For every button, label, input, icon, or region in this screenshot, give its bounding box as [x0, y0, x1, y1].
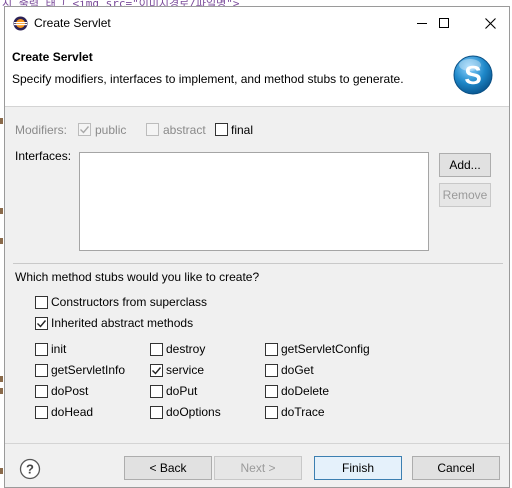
dooptions-label: doOptions	[166, 405, 221, 419]
gutter-marker	[0, 468, 3, 474]
destroy-checkbox[interactable]	[150, 343, 163, 356]
maximize-icon	[439, 18, 449, 28]
dopost-label: doPost	[51, 384, 89, 398]
dopost-checkbox[interactable]	[35, 385, 48, 398]
servlet-logo-icon: S	[453, 55, 493, 95]
window-titlebar[interactable]: Create Servlet	[5, 7, 509, 39]
doget-checkbox[interactable]	[265, 364, 278, 377]
svg-text:?: ?	[26, 462, 34, 477]
destroy-label: destroy	[166, 342, 206, 356]
doput-checkbox[interactable]	[150, 385, 163, 398]
checkmark-icon	[37, 320, 47, 328]
remove-interface-button[interactable]: Remove	[439, 183, 491, 207]
add-interface-button[interactable]: Add...	[439, 153, 491, 177]
dodelete-label: doDelete	[281, 384, 330, 398]
footer-separator	[5, 443, 509, 444]
dohead-label: doHead	[51, 405, 94, 419]
abstract-checkbox[interactable]	[146, 123, 159, 136]
close-icon	[484, 17, 496, 29]
checkmark-icon	[152, 367, 162, 375]
service-label: service	[166, 363, 205, 377]
doput-label: doPut	[166, 384, 198, 398]
dotrace-checkbox[interactable]	[265, 406, 278, 419]
final-label: final	[231, 123, 254, 137]
section-separator	[13, 263, 503, 264]
back-button[interactable]: < Back	[124, 456, 212, 480]
gutter-marker	[0, 238, 3, 244]
gutter-marker	[0, 208, 3, 214]
public-label: public	[95, 123, 127, 137]
dooptions-checkbox[interactable]	[150, 406, 163, 419]
constructors-label: Constructors from superclass	[51, 295, 208, 309]
inherited-methods-label: Inherited abstract methods	[51, 316, 194, 330]
create-servlet-dialog: Create Servlet Create Servlet Specify mo…	[4, 6, 510, 488]
dotrace-label: doTrace	[281, 405, 325, 419]
wizard-header: Create Servlet Specify modifiers, interf…	[5, 39, 509, 107]
stubs-question: Which method stubs would you like to cre…	[15, 270, 260, 284]
doget-label: doGet	[281, 363, 314, 377]
page-title: Create Servlet	[12, 50, 93, 64]
interfaces-label: Interfaces:	[15, 149, 72, 163]
service-checkbox[interactable]	[150, 364, 163, 377]
close-button[interactable]	[467, 7, 512, 39]
checkmark-icon	[80, 126, 90, 134]
gutter-marker	[0, 118, 3, 124]
page-description: Specify modifiers, interfaces to impleme…	[12, 72, 404, 86]
eclipse-app-icon	[13, 16, 28, 31]
gutter-marker	[0, 388, 3, 394]
public-checkbox[interactable]	[78, 123, 91, 136]
getservletinfo-label: getServletInfo	[51, 363, 126, 377]
getservletconfig-checkbox[interactable]	[265, 343, 278, 356]
init-label: init	[51, 342, 67, 356]
finish-button[interactable]: Finish	[314, 456, 402, 480]
abstract-label: abstract	[163, 123, 206, 137]
getservletinfo-checkbox[interactable]	[35, 364, 48, 377]
constructors-checkbox[interactable]	[35, 296, 48, 309]
getservletconfig-label: getServletConfig	[281, 342, 370, 356]
gutter-marker	[0, 376, 3, 382]
cancel-button[interactable]: Cancel	[412, 456, 500, 480]
dohead-checkbox[interactable]	[35, 406, 48, 419]
interfaces-list[interactable]	[79, 152, 429, 251]
maximize-button[interactable]	[421, 7, 467, 39]
init-checkbox[interactable]	[35, 343, 48, 356]
svg-text:S: S	[464, 60, 481, 90]
dodelete-checkbox[interactable]	[265, 385, 278, 398]
next-button[interactable]: Next >	[214, 456, 302, 480]
window-title: Create Servlet	[34, 16, 111, 30]
final-checkbox[interactable]	[215, 123, 228, 136]
inherited-methods-checkbox[interactable]	[35, 317, 48, 330]
modifiers-label: Modifiers:	[15, 123, 68, 137]
help-icon[interactable]: ?	[19, 458, 41, 480]
